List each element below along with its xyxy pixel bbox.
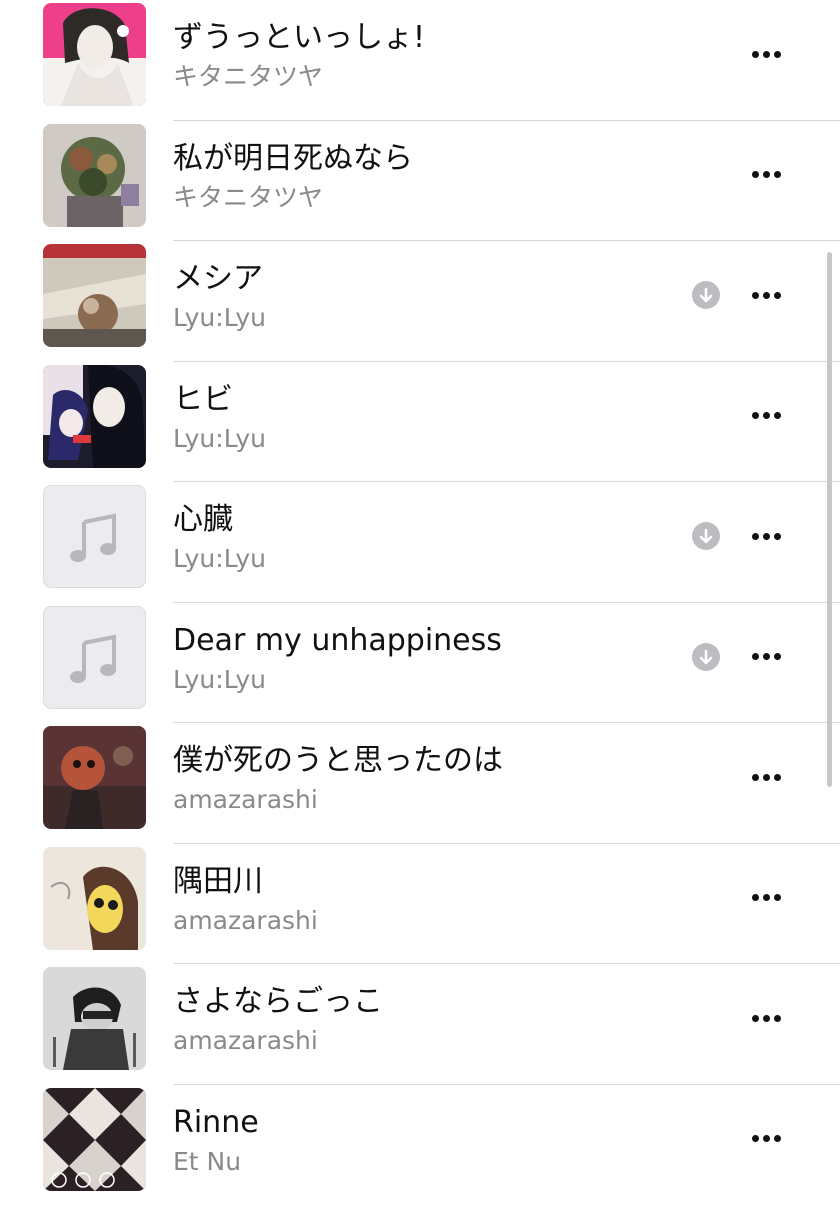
song-title: ずうっといっしょ! bbox=[173, 18, 425, 58]
song-artist: amazarashi bbox=[173, 784, 318, 816]
scroll-indicator[interactable] bbox=[827, 252, 832, 787]
album-artwork-placeholder bbox=[43, 606, 146, 709]
song-artist: キタニタツヤ bbox=[173, 61, 323, 93]
downloaded-arrow-circle-icon bbox=[692, 281, 720, 309]
song-title: Rinne bbox=[173, 1103, 259, 1143]
album-artwork bbox=[43, 3, 146, 106]
album-artwork bbox=[43, 365, 146, 468]
song-title: 私が明日死ぬなら bbox=[173, 139, 413, 179]
album-artwork bbox=[43, 244, 146, 347]
song-title: Dear my unhappiness bbox=[173, 621, 502, 661]
more-ellipsis-icon[interactable] bbox=[744, 396, 788, 436]
music-note-icon bbox=[44, 486, 146, 588]
song-row[interactable]: メシア Lyu:Lyu bbox=[0, 241, 840, 362]
song-row[interactable]: 隅田川 amazarashi bbox=[0, 844, 840, 965]
album-artwork-placeholder bbox=[43, 485, 146, 588]
more-ellipsis-icon[interactable] bbox=[744, 637, 788, 677]
album-artwork bbox=[43, 967, 146, 1070]
song-artist: Lyu:Lyu bbox=[173, 664, 266, 696]
song-title: 心臓 bbox=[173, 500, 233, 540]
song-artist: amazarashi bbox=[173, 1025, 318, 1057]
more-ellipsis-icon[interactable] bbox=[744, 998, 788, 1038]
music-note-icon bbox=[44, 607, 146, 709]
album-artwork bbox=[43, 124, 146, 227]
song-title: さよならごっこ bbox=[173, 982, 383, 1022]
song-title: 隅田川 bbox=[173, 862, 263, 902]
album-artwork bbox=[43, 1088, 146, 1191]
song-row[interactable]: ずうっといっしょ! キタニタツヤ bbox=[0, 0, 840, 121]
song-artist: Et Nu bbox=[173, 1146, 241, 1178]
song-title: 僕が死のうと思ったのは bbox=[173, 741, 503, 781]
more-ellipsis-icon[interactable] bbox=[744, 34, 788, 74]
album-artwork bbox=[43, 726, 146, 829]
song-list: ずうっといっしょ! キタニタツヤ 私が明日死ぬなら キタニタツヤ bbox=[0, 0, 840, 1200]
song-row[interactable]: 僕が死のうと思ったのは amazarashi bbox=[0, 723, 840, 844]
album-artwork bbox=[43, 847, 146, 950]
more-ellipsis-icon[interactable] bbox=[744, 275, 788, 315]
song-row[interactable]: 心臓 Lyu:Lyu bbox=[0, 482, 840, 603]
more-ellipsis-icon[interactable] bbox=[744, 878, 788, 918]
more-ellipsis-icon[interactable] bbox=[744, 516, 788, 556]
song-title: ヒビ bbox=[173, 380, 233, 420]
downloaded-arrow-circle-icon bbox=[692, 643, 720, 671]
more-ellipsis-icon[interactable] bbox=[744, 757, 788, 797]
song-row[interactable]: Dear my unhappiness Lyu:Lyu bbox=[0, 603, 840, 724]
song-row[interactable]: ヒビ Lyu:Lyu bbox=[0, 362, 840, 483]
song-row[interactable]: 私が明日死ぬなら キタニタツヤ bbox=[0, 121, 840, 242]
song-artist: amazarashi bbox=[173, 905, 318, 937]
song-artist: Lyu:Lyu bbox=[173, 543, 266, 575]
song-title: メシア bbox=[173, 259, 263, 299]
downloaded-arrow-circle-icon bbox=[692, 522, 720, 550]
song-artist: Lyu:Lyu bbox=[173, 423, 266, 455]
song-row[interactable]: Rinne Et Nu bbox=[0, 1085, 840, 1205]
song-artist: キタニタツヤ bbox=[173, 182, 323, 214]
song-artist: Lyu:Lyu bbox=[173, 302, 266, 334]
more-ellipsis-icon[interactable] bbox=[744, 155, 788, 195]
more-ellipsis-icon[interactable] bbox=[744, 1119, 788, 1159]
song-row[interactable]: さよならごっこ amazarashi bbox=[0, 964, 840, 1085]
